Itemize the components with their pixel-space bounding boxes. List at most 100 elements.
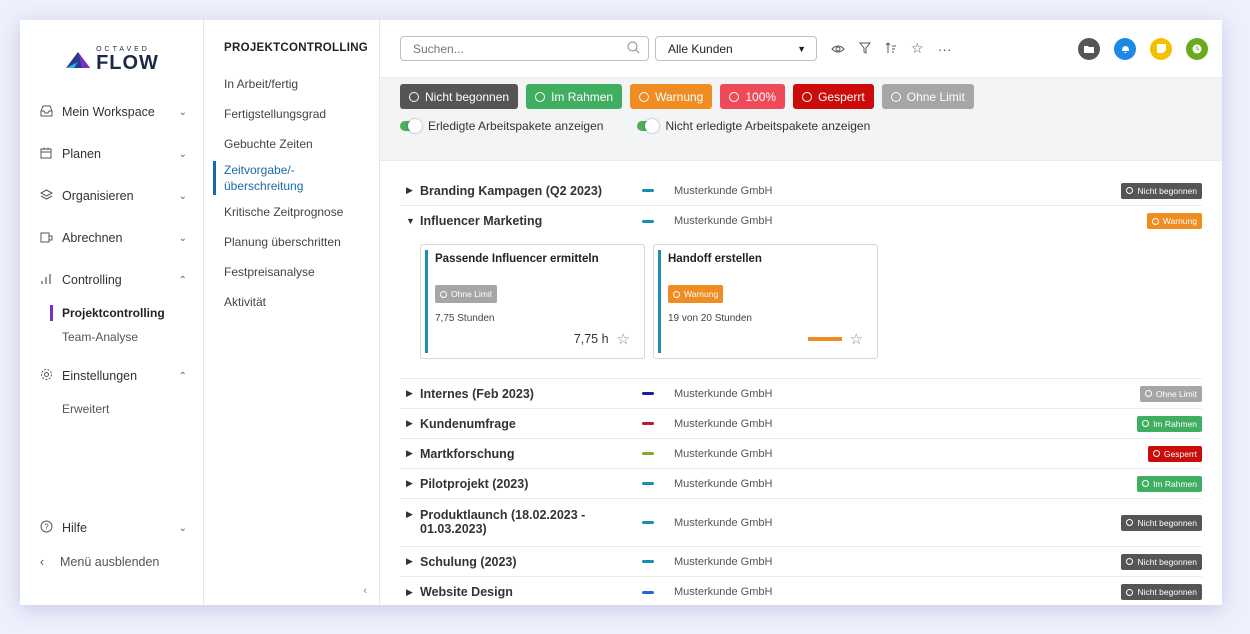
radio-icon <box>639 91 650 102</box>
nav-item-planen[interactable]: Planen ⌄ <box>20 133 203 175</box>
subnav-item-kritische-zeitprognose[interactable]: Kritische Zeitprognose <box>204 197 379 227</box>
nav-sub-erweitert[interactable]: Erweitert <box>20 397 203 421</box>
project-name: Branding Kampagen (Q2 2023) <box>420 183 602 198</box>
project-row[interactable]: ▶ Pilotprojekt (2023) Musterkunde GmbH I… <box>400 469 1202 499</box>
status-chips: Nicht begonnen Im Rahmen Warnung 100% Ge… <box>400 84 1202 109</box>
search-input[interactable] <box>413 41 627 56</box>
star-icon[interactable]: ☆ <box>911 40 924 57</box>
hide-menu-button[interactable]: ‹ Menü ausblenden <box>20 549 203 575</box>
chevron-down-icon: ⌄ <box>178 106 187 118</box>
caret-right-icon[interactable]: ▶ <box>406 388 420 399</box>
toggle-erledigte[interactable]: Erledigte Arbeitspakete anzeigen <box>400 119 603 133</box>
work-package-cards: Passende Influencer ermitteln Ohne Limit… <box>400 236 1202 379</box>
card-footer: 7,75 h ☆ <box>574 330 630 348</box>
work-package-card[interactable]: Handoff erstellen Warnung 19 von 20 Stun… <box>653 244 878 359</box>
chip-nicht-begonnen[interactable]: Nicht begonnen <box>400 84 519 109</box>
chip-label: Gesperrt <box>818 89 865 104</box>
note-icon[interactable] <box>1150 37 1172 60</box>
folder-icon[interactable] <box>1078 37 1100 60</box>
nav-item-controlling[interactable]: Controlling ⌃ <box>20 259 203 301</box>
nav-label: Abrechnen <box>62 231 123 245</box>
filter-icon[interactable] <box>858 41 872 57</box>
chevron-left-icon: ‹ <box>40 555 45 569</box>
eye-icon[interactable] <box>831 41 845 57</box>
subnav-item-fertigstellungsgrad[interactable]: Fertigstellungsgrad <box>204 99 379 129</box>
more-icon[interactable]: ··· <box>938 41 952 57</box>
radio-icon <box>1126 519 1134 526</box>
caret-right-icon[interactable]: ▶ <box>406 185 420 196</box>
radio-icon <box>535 91 546 102</box>
toggle-switch[interactable] <box>637 119 660 133</box>
project-customer: Musterkunde GmbH <box>674 184 773 197</box>
subnav-item-aktivitaet[interactable]: Aktivität <box>204 287 379 317</box>
chip-100[interactable]: 100% <box>720 84 786 109</box>
project-row[interactable]: ▶ Produktlaunch (18.02.2023 - 01.03.2023… <box>400 499 1202 547</box>
project-row[interactable]: ▶ Branding Kampagen (Q2 2023) Musterkund… <box>400 176 1202 206</box>
caret-right-icon[interactable]: ▶ <box>406 509 420 520</box>
project-name: Martkforschung <box>420 446 515 461</box>
subnav-item-in-arbeit[interactable]: In Arbeit/fertig <box>204 69 379 99</box>
toggle-nicht-erledigte[interactable]: Nicht erledigte Arbeitspakete anzeigen <box>637 119 870 133</box>
project-row[interactable]: ▶ Martkforschung Musterkunde GmbH Gesper… <box>400 439 1202 469</box>
customer-select[interactable]: Alle Kunden ▼ <box>655 36 817 61</box>
star-icon[interactable]: ☆ <box>617 330 630 348</box>
subnav-item-festpreisanalyse[interactable]: Festpreisanalyse <box>204 257 379 287</box>
badge-label: Nicht begonnen <box>1137 185 1197 196</box>
subnav-item-planung-ueberschritten[interactable]: Planung überschritten <box>204 227 379 257</box>
chip-gesperrt[interactable]: Gesperrt <box>793 84 874 109</box>
nav-item-einstellungen[interactable]: Einstellungen ⌃ <box>20 355 203 397</box>
project-row[interactable]: ▼ Influencer Marketing Musterkunde GmbH … <box>400 206 1202 236</box>
subnav-item-gebuchte-zeiten[interactable]: Gebuchte Zeiten <box>204 129 379 159</box>
clock-icon[interactable] <box>1186 37 1208 60</box>
radio-icon <box>409 91 419 102</box>
toggle-label: Nicht erledigte Arbeitspakete anzeigen <box>665 119 871 133</box>
project-color-dash <box>642 590 654 594</box>
nav-sub-team-analyse[interactable]: Team-Analyse <box>20 325 203 349</box>
caret-down-icon[interactable]: ▼ <box>406 216 420 226</box>
card-footer: ☆ <box>807 330 863 348</box>
toggle-switch[interactable] <box>400 119 422 133</box>
caret-right-icon[interactable]: ▶ <box>406 448 420 459</box>
bell-icon[interactable] <box>1114 37 1136 60</box>
sort-icon[interactable] <box>885 41 897 57</box>
card-title: Passende Influencer ermitteln <box>435 253 599 265</box>
caret-right-icon[interactable]: ▶ <box>406 418 420 429</box>
hide-menu-label: Menü ausblenden <box>60 555 160 569</box>
chip-warnung[interactable]: Warnung <box>630 84 713 109</box>
chip-label: Nicht begonnen <box>425 89 510 104</box>
badge-label: Nicht begonnen <box>1137 556 1197 567</box>
customer-select-value: Alle Kunden <box>668 41 733 56</box>
project-name: Influencer Marketing <box>420 214 543 228</box>
search-icon[interactable] <box>627 41 640 57</box>
project-row[interactable]: ▶ Website Design Musterkunde GmbH Nicht … <box>400 577 1202 605</box>
app-window: OCTAVED FLOW Mein Workspace ⌄ Planen ⌄ O… <box>20 20 1222 605</box>
nav-item-abrechnen[interactable]: Abrechnen ⌄ <box>20 217 203 259</box>
caret-right-icon[interactable]: ▶ <box>406 587 420 598</box>
caret-right-icon[interactable]: ▶ <box>406 556 420 567</box>
collapse-subnav-icon[interactable]: ‹ <box>363 585 367 597</box>
chip-im-rahmen[interactable]: Im Rahmen <box>526 84 623 109</box>
nav-item-workspace[interactable]: Mein Workspace ⌄ <box>20 91 203 133</box>
nav-item-hilfe[interactable]: ? Hilfe ⌄ <box>20 507 203 549</box>
radio-icon <box>890 91 901 102</box>
radio-icon <box>729 91 740 102</box>
chip-ohne-limit[interactable]: Ohne Limit <box>881 84 974 109</box>
subnav-item-zeitvorgabe[interactable]: Zeitvorgabe/- überschreitung <box>204 159 379 197</box>
nav-item-organisieren[interactable]: Organisieren ⌄ <box>20 175 203 217</box>
status-badge: Warnung <box>1146 213 1202 229</box>
radio-icon <box>673 290 680 298</box>
status-badge: Ohne Limit <box>435 285 498 303</box>
caret-right-icon[interactable]: ▶ <box>406 478 420 489</box>
project-customer: Musterkunde GmbH <box>674 586 773 598</box>
subnav-active-line2: überschreitung <box>224 179 304 193</box>
project-row[interactable]: ▶ Schulung (2023) Musterkunde GmbH Nicht… <box>400 547 1202 577</box>
filter-area: Nicht begonnen Im Rahmen Warnung 100% Ge… <box>380 78 1222 161</box>
badge-label: Warnung <box>1162 216 1197 226</box>
chevron-down-icon: ⌄ <box>178 232 187 244</box>
star-icon[interactable]: ☆ <box>850 330 863 348</box>
project-row[interactable]: ▶ Kundenumfrage Musterkunde GmbH Im Rahm… <box>400 409 1202 439</box>
sub-navigation: PROJEKTCONTROLLING In Arbeit/fertig Fert… <box>204 20 380 605</box>
project-row[interactable]: ▶ Internes (Feb 2023) Musterkunde GmbH O… <box>400 379 1202 409</box>
nav-sub-projektcontrolling[interactable]: Projektcontrolling <box>20 301 203 325</box>
work-package-card[interactable]: Passende Influencer ermitteln Ohne Limit… <box>420 244 645 359</box>
